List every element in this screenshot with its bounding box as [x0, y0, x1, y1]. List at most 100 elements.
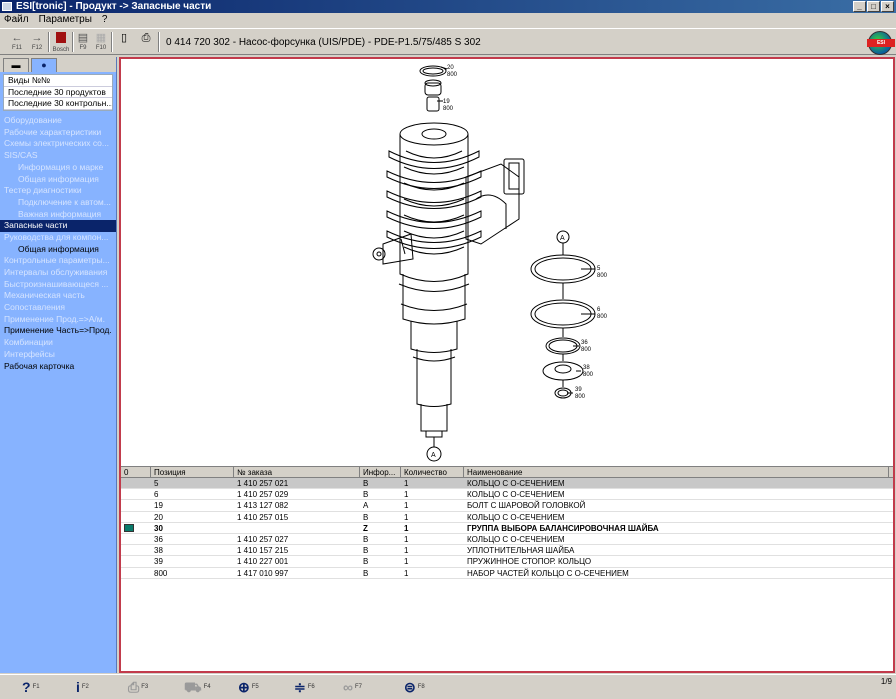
sidebar-item-9[interactable]: Запасные части — [0, 220, 116, 232]
callout-800-g: 800 — [575, 394, 586, 400]
menu-file[interactable]: Файл — [4, 13, 29, 27]
sidebar-item-10: Руководства для компон... — [4, 231, 109, 242]
cell-name: КОЛЬЦО С О-СЕЧЕНИЕМ — [467, 512, 565, 522]
menu-help[interactable]: ? — [102, 13, 108, 27]
callout-800-f: 800 — [583, 372, 594, 378]
table-body: 5 1 410 257 021 B 1 КОЛЬЦО С О-СЕЧЕНИЕМ 6 1 41… — [121, 478, 893, 579]
tab-components[interactable]: ● — [31, 58, 57, 72]
cell-name: ПРУЖИННОЕ СТОПОР. КОЛЬЦО — [467, 557, 592, 567]
table-row[interactable]: 800 1 417 010 997 B 1 НАБОР ЧАСТЕЙ КОЛЬЦО С … — [121, 568, 893, 579]
zoom-button[interactable]: ⊕ F5 — [238, 678, 259, 698]
toolbar: ← F11 → F12 Bosch ▤ F9 ▦ F10 ▯ ⎙ 0 414 720 3… — [0, 28, 896, 55]
car-icon: ⛟ — [184, 679, 202, 695]
print-button[interactable]: ⎙ — [137, 32, 155, 54]
cell-pos: 20 — [154, 512, 163, 522]
row-marker-cell — [121, 512, 151, 522]
bosch-button[interactable]: Bosch — [52, 32, 70, 54]
sidebar-item-21[interactable]: Рабочая карточка — [0, 361, 116, 373]
table-row[interactable]: 5 1 410 257 021 B 1 КОЛЬЦО С О-СЕЧЕНИЕМ — [121, 478, 893, 490]
callout-800-b: 800 — [443, 106, 454, 112]
back-button[interactable]: ← F11 — [8, 32, 26, 54]
row-marker-cell — [121, 489, 151, 499]
split-icon: ≑ — [294, 679, 306, 695]
content-panel: 20 800 19 800 A A 5 800 6 800 36 800 38 … — [119, 57, 895, 673]
cell-info: A — [363, 501, 369, 511]
callout-800-c: 800 — [597, 273, 608, 279]
column-header-marker[interactable]: 0 — [121, 467, 151, 477]
maximize-button[interactable]: □ — [867, 1, 880, 12]
cell-info: B — [363, 557, 369, 567]
car-list-button[interactable]: ⛟ F4 — [184, 678, 211, 698]
cell-info: B — [363, 568, 369, 578]
tab-vehicle[interactable]: ▬ — [3, 58, 29, 72]
info-button[interactable]: i F2 — [76, 678, 89, 698]
print-preview-button[interactable]: ⎙ F3 — [128, 678, 148, 698]
f10-button[interactable]: ▦ F10 — [92, 32, 110, 54]
cell-order: 1 410 257 021 — [237, 479, 289, 488]
cell-name: ГРУППА ВЫБОРА БАЛАНСИРОВОЧНАЯ ШАЙБА — [467, 523, 659, 533]
arrow-right-icon: → — [31, 32, 43, 44]
close-button[interactable]: × — [881, 1, 894, 12]
sidebar-item-2: Схемы электрических со... — [4, 138, 109, 149]
esi-logo: ESI — [867, 31, 895, 55]
component-icon: ● — [41, 60, 47, 70]
table-row[interactable]: 6 1 410 257 029 B 1 КОЛЬЦО С О-СЕЧЕНИЕМ — [121, 489, 893, 501]
sidebar-item-views[interactable]: Виды №№ — [4, 75, 112, 87]
glasses-icon: ∞ — [343, 679, 353, 695]
sidebar-item-11[interactable]: Общая информация — [0, 244, 116, 256]
toolbar-separator — [158, 32, 160, 52]
component-icon: ⊜ — [404, 679, 416, 695]
sidebar-item-recent-products[interactable]: Последние 30 продуктов — [4, 87, 112, 99]
table-row[interactable]: 19 1 413 127 082 A 1 БОЛТ С ШАРОВОЙ ГОЛОВКОЙ — [121, 500, 893, 512]
table-row[interactable]: 36 1 410 257 027 B 1 КОЛЬЦО С О-СЕЧЕНИЕМ — [121, 534, 893, 546]
callout-5: 5 — [597, 266, 601, 272]
cell-qty: 1 — [404, 479, 409, 488]
sidebar-item-recent-checks[interactable]: Последние 30 контрольн... — [4, 98, 112, 111]
question-icon: ? — [22, 679, 31, 695]
notes-button[interactable]: ▯ — [115, 32, 133, 54]
cell-pos: 6 — [154, 490, 159, 500]
cell-qty: 1 — [404, 523, 409, 533]
printer-icon: ⎙ — [128, 679, 140, 695]
component-button[interactable]: ⊜ F8 — [404, 678, 425, 698]
forward-button[interactable]: → F12 — [28, 32, 46, 54]
table-row[interactable]: 39 1 410 227 001 B 1 ПРУЖИННОЕ СТОПОР. КОЛЬЦ… — [121, 556, 893, 568]
row-marker-cell — [121, 523, 151, 533]
table-row[interactable]: 20 1 410 257 015 B 1 КОЛЬЦО С О-СЕЧЕНИЕМ — [121, 512, 893, 523]
sidebar-item-5: Общая информация — [18, 173, 99, 184]
cell-qty: 1 — [404, 568, 409, 578]
f9-button[interactable]: ▤ F9 — [74, 32, 92, 54]
sidebar-item-8: Важная информация — [18, 208, 102, 219]
callout-800-e: 800 — [581, 347, 592, 353]
cell-order: 1 410 227 001 — [237, 557, 289, 567]
group-marker-icon[interactable] — [124, 523, 134, 532]
cell-order: 1 417 010 997 — [237, 568, 289, 578]
cell-pos: 30 — [154, 523, 163, 533]
help-button[interactable]: ? F1 — [22, 678, 40, 698]
callout-38: 38 — [583, 365, 590, 371]
cell-qty: 1 — [404, 534, 409, 544]
glasses-button[interactable]: ∞ F7 — [343, 678, 362, 698]
column-header-position[interactable]: Позиция — [151, 467, 234, 477]
sidebar-item-18[interactable]: Применение Часть=>Прод. — [0, 325, 116, 337]
cell-pos: 19 — [154, 501, 163, 511]
column-header-order-number[interactable]: № заказа — [234, 467, 360, 477]
cell-info: B — [363, 534, 369, 544]
recent-list: Виды №№ Последние 30 продуктов Последние… — [3, 74, 113, 112]
cell-pos: 36 — [154, 534, 163, 544]
cell-qty: 1 — [404, 512, 409, 522]
callout-36: 36 — [581, 340, 588, 346]
table-row[interactable]: 30 Z 1 ГРУППА ВЫБОРА БАЛАНСИРОВОЧНАЯ ШАЙБА — [121, 523, 893, 534]
minimize-button[interactable]: _ — [853, 1, 866, 12]
menu-parameters[interactable]: Параметры — [39, 13, 92, 27]
cell-qty: 1 — [404, 557, 409, 567]
window-title: ESI[tronic] - Продукт -> Запасные части — [16, 1, 212, 12]
table-row[interactable]: 38 1 410 157 215 B 1 УПЛОТНИТЕЛЬНАЯ ШАЙБА — [121, 545, 893, 557]
cell-order: 1 410 257 029 — [237, 490, 289, 500]
cell-qty: 1 — [404, 546, 409, 556]
split-view-button[interactable]: ≑ F6 — [294, 678, 315, 698]
column-header-quantity[interactable]: Количество — [401, 467, 464, 477]
sidebar-item-20: Интерфейсы — [4, 348, 55, 359]
column-header-info[interactable]: Инфор... — [360, 467, 401, 477]
column-header-name[interactable]: Наименование — [464, 467, 889, 477]
